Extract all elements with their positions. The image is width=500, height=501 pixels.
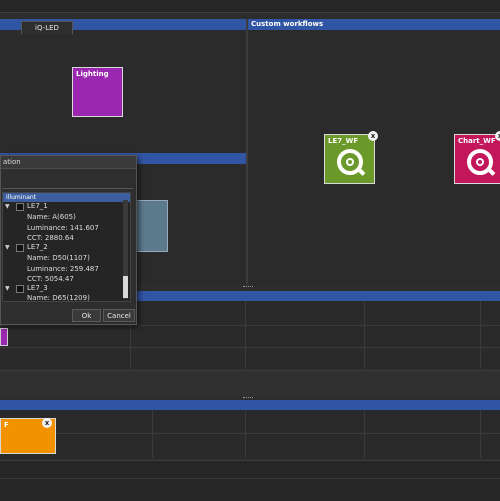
orange-wf-close-icon[interactable]: x [42,418,52,428]
checkbox[interactable] [16,285,24,293]
bottom-timeline-area [0,410,500,458]
le7-wf-tile[interactable]: LE7_WF [324,134,375,184]
chart-wf-tile-label: Chart_WF [458,137,496,145]
tree-property: Luminance: 141.607 [27,224,99,232]
lighting-tile-label: Lighting [76,70,109,78]
tree-property: Name: D65(1209) [27,294,90,302]
tree-scrollbar[interactable] [123,200,128,299]
tree-node[interactable]: LE7_3 [27,284,48,292]
custom-workflows-header: Custom workflows [248,19,500,30]
bottom-timeline-header [0,400,500,410]
iq-logo-icon [467,149,493,175]
tree-property: Name: D50(1107) [27,254,90,262]
expand-chevron-icon[interactable]: ▼ [5,244,10,251]
cancel-button[interactable]: Cancel [103,309,135,322]
timeline-grid-line [364,410,365,458]
horizontal-splitter-grip[interactable] [243,286,253,289]
checkbox[interactable] [16,203,24,211]
le7-wf-tile-label: LE7_WF [328,137,359,145]
timeline-grid-line [152,410,153,458]
orange-wf-tile-label: F [4,421,9,429]
tab-underline [2,188,133,189]
timeline-grid-line [480,410,481,458]
chart-wf-close-icon[interactable]: x [495,131,500,141]
tree-property: Name: A(605) [27,213,76,221]
ok-button[interactable]: Ok [72,309,101,322]
le7-wf-close-icon[interactable]: x [368,131,378,141]
separator-band [0,370,500,396]
timeline-grid-line [364,301,365,369]
timeline-grid-line [480,301,481,369]
tree-node[interactable]: LE7_2 [27,243,48,251]
bottom-strip [0,460,500,501]
timeline-grid-line [0,433,500,434]
timeline-grid-line [0,347,500,348]
tree-header: Illuminant [3,193,130,202]
top-toolbar [0,0,500,13]
timeline-grid-line [245,301,246,369]
expand-chevron-icon[interactable]: ▼ [5,203,10,210]
lighting-tile[interactable]: Lighting [72,67,123,117]
scrollbar-thumb[interactable] [123,276,128,298]
dialog-title[interactable]: ation [1,156,136,169]
chart-wf-tile[interactable]: Chart_WF [454,134,500,184]
iq-logo-icon [337,149,363,175]
tree-node[interactable]: LE7_1 [27,202,48,210]
expand-chevron-icon[interactable]: ▼ [5,285,10,292]
tree-property: CCT: 2880.64 [27,234,74,242]
tab-iq-led[interactable]: iQ-LED [21,21,73,34]
timeline-grid-line [245,410,246,458]
timeline-grid-line [0,325,500,326]
timeline-block[interactable] [0,328,8,346]
tree-property: Luminance: 259.487 [27,265,99,273]
checkbox[interactable] [16,244,24,252]
tree-property: CCT: 5054.47 [27,275,74,283]
bottom-strip-line [0,478,500,479]
